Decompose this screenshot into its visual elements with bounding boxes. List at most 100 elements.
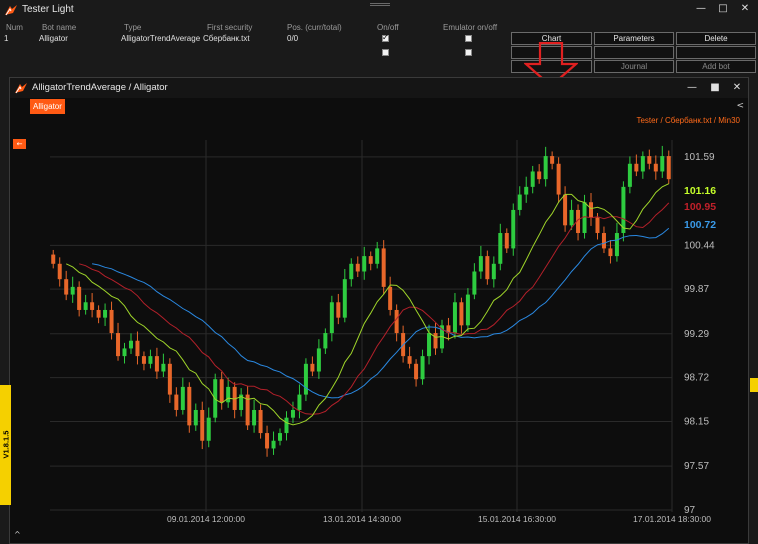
candle-body [193,409,198,426]
table-row[interactable]: 1 Alligator AlligatorTrendAverage Сберба… [0,34,510,44]
close-icon[interactable]: ✕ [738,2,752,16]
candle-body [478,256,483,272]
empty-button-2[interactable] [594,46,674,59]
last-value-label: 100.95 [684,201,716,213]
y-tick-label: 99.29 [684,329,709,340]
candle-body [258,409,263,434]
caret-up-icon[interactable]: ^ [14,530,21,539]
candle-body [485,256,490,280]
candle-body [375,248,380,264]
candle-body [206,417,211,441]
col-num: Num [6,23,23,32]
onoff-checkbox-empty[interactable] [382,49,389,56]
y-tick-label: 98.15 [684,417,709,428]
candle-body [96,309,101,318]
candle-body [290,409,295,418]
candle-body [472,271,477,295]
candle-body [563,194,568,226]
candle-body [278,433,283,441]
candle-body [167,363,172,395]
candle-body [135,340,140,357]
empty-button-3[interactable] [676,46,756,59]
col-bot-name: Bot name [42,23,77,32]
candle-body [414,363,419,380]
version-tab: V1.8.1.5 [0,385,11,505]
candle-body [57,263,62,280]
candle-body [187,386,192,426]
right-edge-tab[interactable] [750,378,758,392]
x-tick-label: 13.01.2014 14:30:00 [323,514,401,524]
outer-grip[interactable] [370,3,390,6]
alligator-teeth-line [79,202,670,415]
candle-body [517,194,522,210]
x-tick-label: 17.01.2014 18:30:00 [633,514,711,524]
minimize-icon[interactable]: — [694,2,708,16]
candle-body [342,279,347,318]
candle-body [109,309,114,334]
candle-body [550,156,555,164]
col-first-security: First security [207,23,253,32]
candle-body [433,333,438,349]
delete-button[interactable]: Delete [676,32,756,45]
onoff-checkbox[interactable] [382,33,389,42]
candle-body [128,340,133,349]
candle-body [653,163,658,172]
y-tick-label: 100.44 [684,240,715,251]
candle-body [666,156,671,180]
y-tick-label: 98.72 [684,373,709,384]
candle-body [303,363,308,395]
price-chart[interactable]: 101.59100.4499.8799.2998.7298.1597.57970… [10,78,750,544]
candle-body [491,263,496,280]
journal-button[interactable]: Journal [594,60,674,73]
maximize-icon[interactable]: □ [716,2,730,16]
emulator-checkbox-empty[interactable] [465,49,472,56]
col-type: Type [124,23,142,32]
candle-body [427,333,432,357]
candle-body [589,202,594,218]
candle-body [368,256,373,264]
candle-body [297,394,302,410]
candle-body [660,156,665,172]
candle-body [362,256,367,272]
candle-body [614,233,619,257]
candle-body [504,233,509,249]
candle-body [219,379,224,403]
candle-body [141,356,146,364]
candle-body [388,286,393,310]
candle-body [452,302,457,334]
candle-body [459,302,464,326]
alligator-jaw-line [92,227,670,399]
candle-body [543,156,548,180]
candle-body [51,254,56,264]
candle-body [122,348,127,357]
candle-body [407,356,412,364]
candle-body [511,209,516,249]
last-value-label: 101.16 [684,185,716,197]
candle-body [316,348,321,372]
candle-body [265,433,270,449]
y-tick-label: 97.57 [684,461,709,472]
candle-body [70,286,75,295]
candle-body [103,309,108,318]
row-position: 0/0 [287,34,299,43]
candle-body [524,186,529,195]
emulator-checkbox[interactable] [465,35,472,42]
candle-body [537,171,542,180]
col-position: Pos. (curr/total) [287,23,342,32]
candle-body [634,163,639,172]
candle-body [465,294,470,326]
candle-body [226,386,231,403]
candle-body [601,233,606,249]
x-tick-label: 09.01.2014 12:00:00 [167,514,245,524]
last-value-label: 100.72 [684,219,716,231]
parameters-button[interactable]: Parameters [594,32,674,45]
candle-body [336,302,341,318]
add-bot-button[interactable]: Add bot [676,60,756,73]
candle-body [556,163,561,195]
candle-body [284,417,289,434]
candle-body [154,356,159,372]
candle-body [180,386,185,410]
row-bot-name: Alligator [39,34,68,43]
candle-body [90,302,95,310]
candle-body [83,302,88,310]
